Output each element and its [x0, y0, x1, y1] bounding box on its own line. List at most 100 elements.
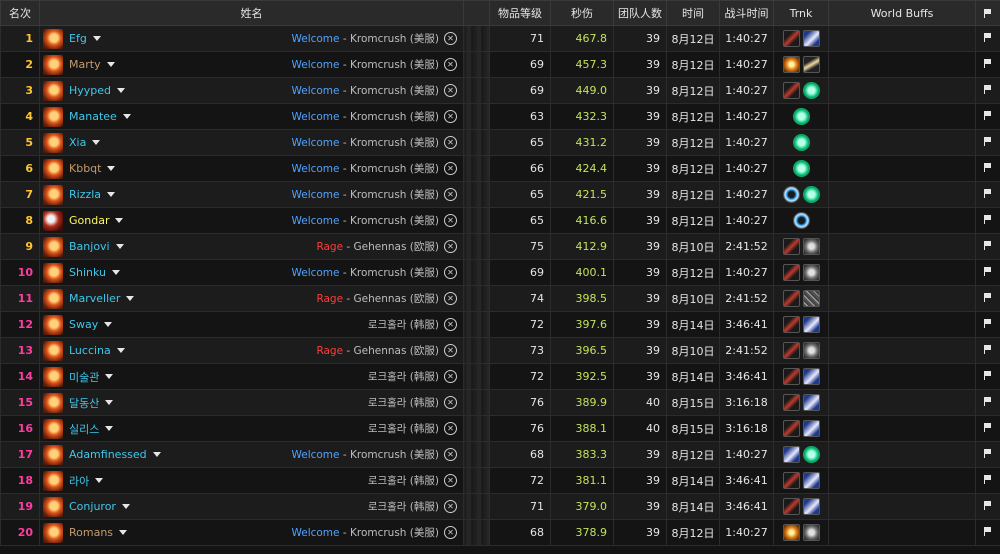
trinket-orb-icon[interactable]: [802, 186, 820, 203]
header-ilvl[interactable]: 物品等级: [489, 0, 551, 26]
chevron-down-icon[interactable]: [119, 530, 128, 535]
player-name[interactable]: Adamfinessed: [69, 448, 147, 461]
trinket-ring-icon[interactable]: [782, 186, 800, 203]
server-name[interactable]: Kromcrush (美服): [350, 57, 439, 72]
server-name[interactable]: Kromcrush (美服): [350, 187, 439, 202]
player-name[interactable]: 실리스: [69, 421, 99, 437]
guild-name[interactable]: Welcome: [291, 527, 339, 539]
header-dps[interactable]: 秒伤: [550, 0, 614, 26]
guild-name[interactable]: Welcome: [291, 215, 339, 227]
flag-icon[interactable]: [983, 397, 993, 406]
header-name[interactable]: 姓名: [39, 0, 464, 26]
flag-icon[interactable]: [983, 449, 993, 458]
flag-icon[interactable]: [983, 111, 993, 120]
trinket-blade-icon[interactable]: [782, 316, 800, 333]
flag-icon[interactable]: [983, 527, 993, 536]
chevron-down-icon[interactable]: [112, 270, 120, 275]
server-name[interactable]: Kromcrush (美服): [350, 109, 439, 124]
flag-icon[interactable]: [983, 59, 993, 68]
player-name[interactable]: Manatee: [69, 110, 117, 123]
close-icon[interactable]: ✕: [444, 500, 457, 513]
table-row[interactable]: 19 Conjuror 로크홀라 (韩服) ✕ 71 379.0 39 8月14…: [0, 493, 1000, 520]
player-name[interactable]: Xia: [69, 136, 86, 149]
player-name[interactable]: Luccina: [69, 344, 111, 357]
close-icon[interactable]: ✕: [444, 396, 457, 409]
trinket-orb-icon[interactable]: [792, 160, 810, 177]
server-name[interactable]: Kromcrush (美服): [350, 213, 439, 228]
trinket-moon-icon[interactable]: [802, 368, 820, 385]
guild-name[interactable]: Rage: [316, 293, 343, 305]
guild-name[interactable]: Welcome: [291, 59, 339, 71]
server-name[interactable]: 로크홀라 (韩服): [368, 421, 439, 436]
trinket-gear-icon[interactable]: [802, 238, 820, 255]
trinket-blade-icon[interactable]: [782, 420, 800, 437]
header-rank[interactable]: 名次: [0, 0, 40, 26]
trinket-blade-icon[interactable]: [782, 290, 800, 307]
flag-icon[interactable]: [983, 293, 993, 302]
player-name[interactable]: 미술관: [69, 369, 99, 385]
player-name[interactable]: 라아: [69, 473, 89, 489]
player-name[interactable]: Hyyped: [69, 84, 111, 97]
trinket-gear-icon[interactable]: [802, 524, 820, 541]
player-name[interactable]: Banjovi: [69, 240, 110, 253]
player-name[interactable]: Kbbqt: [69, 162, 101, 175]
close-icon[interactable]: ✕: [444, 84, 457, 97]
table-row[interactable]: 4 Manatee Welcome - Kromcrush (美服) ✕ 63 …: [0, 103, 1000, 130]
server-name[interactable]: Gehennas (欧服): [354, 239, 439, 254]
chevron-down-icon[interactable]: [121, 504, 130, 509]
chevron-down-icon[interactable]: [106, 62, 115, 67]
header-flag[interactable]: [975, 0, 1000, 26]
table-row[interactable]: 15 달동산 로크홀라 (韩服) ✕ 76 389.9 40 8月15日 3:1…: [0, 389, 1000, 416]
trinket-blade-icon[interactable]: [782, 472, 800, 489]
table-row[interactable]: 8 Gondar Welcome - Kromcrush (美服) ✕ 65 4…: [0, 207, 1000, 234]
close-icon[interactable]: ✕: [444, 292, 457, 305]
player-name[interactable]: 달동산: [69, 395, 99, 411]
close-icon[interactable]: ✕: [444, 162, 457, 175]
close-icon[interactable]: ✕: [444, 422, 457, 435]
table-row[interactable]: 11 Marveller Rage - Gehennas (欧服) ✕ 74 3…: [0, 285, 1000, 312]
player-name[interactable]: Conjuror: [69, 500, 116, 513]
chevron-down-icon[interactable]: [107, 192, 116, 197]
trinket-blade-icon[interactable]: [782, 498, 800, 515]
player-name[interactable]: Gondar: [69, 214, 109, 227]
server-name[interactable]: Kromcrush (美服): [350, 525, 439, 540]
flag-icon[interactable]: [983, 345, 993, 354]
close-icon[interactable]: ✕: [444, 58, 457, 71]
server-name[interactable]: Kromcrush (美服): [350, 161, 439, 176]
guild-name[interactable]: Welcome: [291, 449, 339, 461]
server-name[interactable]: 로크홀라 (韩服): [368, 369, 439, 384]
trinket-gear-icon[interactable]: [802, 342, 820, 359]
trinket-glove-icon[interactable]: [782, 524, 800, 541]
chevron-down-icon[interactable]: [126, 296, 135, 301]
flag-icon[interactable]: [983, 267, 993, 276]
guild-name[interactable]: Welcome: [291, 85, 339, 97]
flag-icon[interactable]: [983, 85, 993, 94]
trinket-moon-icon[interactable]: [802, 394, 820, 411]
guild-name[interactable]: Rage: [316, 241, 343, 253]
chevron-down-icon[interactable]: [117, 88, 126, 93]
player-name[interactable]: Marty: [69, 58, 101, 71]
trinket-moon-icon[interactable]: [802, 472, 820, 489]
close-icon[interactable]: ✕: [444, 344, 457, 357]
flag-icon[interactable]: [983, 9, 993, 18]
chevron-down-icon[interactable]: [116, 348, 125, 353]
flag-icon[interactable]: [983, 371, 993, 380]
header-trinkets[interactable]: Trnk: [773, 0, 829, 26]
chevron-down-icon[interactable]: [107, 166, 116, 171]
chevron-down-icon[interactable]: [105, 426, 114, 431]
player-name[interactable]: Romans: [69, 526, 113, 539]
player-name[interactable]: Sway: [69, 318, 98, 331]
guild-name[interactable]: Welcome: [291, 163, 339, 175]
flag-icon[interactable]: [983, 33, 993, 42]
flag-icon[interactable]: [983, 137, 993, 146]
guild-name[interactable]: Rage: [316, 345, 343, 357]
guild-name[interactable]: Welcome: [291, 137, 339, 149]
trinket-blade-icon[interactable]: [782, 82, 800, 99]
guild-name[interactable]: Welcome: [291, 33, 339, 45]
table-row[interactable]: 9 Banjovi Rage - Gehennas (欧服) ✕ 75 412.…: [0, 233, 1000, 260]
table-row[interactable]: 7 Rizzla Welcome - Kromcrush (美服) ✕ 65 4…: [0, 181, 1000, 208]
trinket-moon-icon[interactable]: [802, 498, 820, 515]
flag-icon[interactable]: [983, 241, 993, 250]
table-row[interactable]: 16 실리스 로크홀라 (韩服) ✕ 76 388.1 40 8月15日 3:1…: [0, 415, 1000, 442]
table-row[interactable]: 17 Adamfinessed Welcome - Kromcrush (美服)…: [0, 441, 1000, 468]
